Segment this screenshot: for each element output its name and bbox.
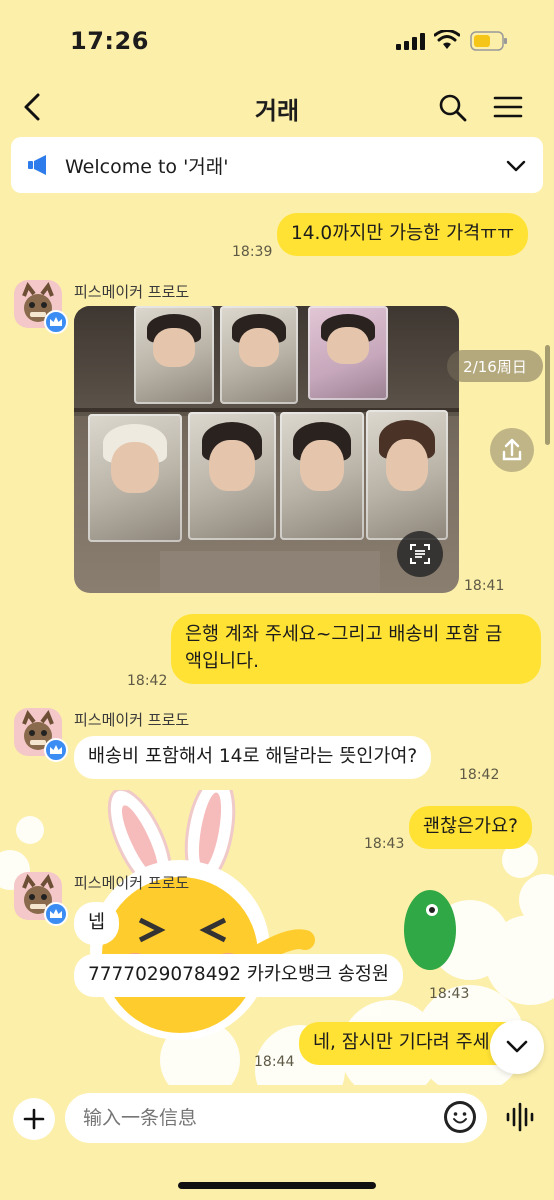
avatar[interactable] <box>14 708 68 762</box>
crown-badge-icon <box>44 902 68 926</box>
scrollbar[interactable] <box>545 345 550 445</box>
crown-badge-icon <box>44 738 68 762</box>
notice-text: Welcome to '거래' <box>65 155 229 178</box>
scroll-down-button[interactable] <box>490 1020 544 1074</box>
chat-title: 거래 <box>254 97 300 125</box>
their-message-bubble[interactable]: 7777029078492 카카오뱅크 송정원 <box>74 954 403 997</box>
wifi-icon <box>433 29 461 50</box>
crown-badge-icon <box>44 310 68 334</box>
photo-message[interactable] <box>74 306 459 593</box>
search-icon[interactable] <box>438 93 468 123</box>
my-message-bubble[interactable]: 괜찮은가요? <box>409 806 532 849</box>
chevron-down-icon <box>506 1040 528 1053</box>
message-time: 18:41 <box>464 578 505 594</box>
home-indicator <box>178 1182 376 1189</box>
notice-banner[interactable]: Welcome to '거래' <box>11 137 543 193</box>
message-time: 18:44 <box>254 1054 295 1070</box>
message-time: 18:43 <box>364 836 405 852</box>
menu-icon[interactable] <box>493 95 523 119</box>
message-time: 18:39 <box>232 244 273 260</box>
message-time: 18:43 <box>429 986 470 1002</box>
megaphone-icon <box>27 154 51 176</box>
cellular-signal-icon <box>396 32 425 50</box>
my-message-bubble[interactable]: 은행 계좌 주세요~그리고 배송비 포함 금 액입니다. <box>171 614 541 684</box>
sender-name: 피스메이커 프로도 <box>74 283 190 301</box>
voice-icon[interactable] <box>505 1100 535 1134</box>
message-line: 액입니다. <box>185 650 259 672</box>
message-time: 18:42 <box>459 767 500 783</box>
avatar[interactable] <box>14 280 68 334</box>
their-message-bubble[interactable]: 넵 <box>74 902 120 945</box>
my-message-bubble[interactable]: 14.0까지만 가능한 가격ㅠㅠ <box>277 213 529 256</box>
message-time: 18:42 <box>127 673 168 689</box>
chevron-down-icon[interactable] <box>505 158 527 172</box>
sender-name: 피스메이커 프로도 <box>74 711 190 729</box>
share-icon[interactable] <box>490 428 534 472</box>
their-message-bubble[interactable]: 배송비 포함해서 14로 해달라는 뜻인가여? <box>74 736 432 779</box>
message-line: 은행 계좌 주세요~그리고 배송비 포함 금 <box>185 624 503 645</box>
avatar[interactable] <box>14 872 68 926</box>
battery-icon <box>470 31 508 51</box>
text-scan-icon[interactable] <box>397 531 443 577</box>
date-pill: 2/16周日 <box>447 350 543 382</box>
plus-icon[interactable] <box>13 1098 55 1140</box>
message-input[interactable] <box>65 1093 487 1143</box>
sender-name: 피스메이커 프로도 <box>74 874 190 892</box>
status-time: 17:26 <box>70 27 149 55</box>
emoji-icon[interactable] <box>444 1101 476 1133</box>
